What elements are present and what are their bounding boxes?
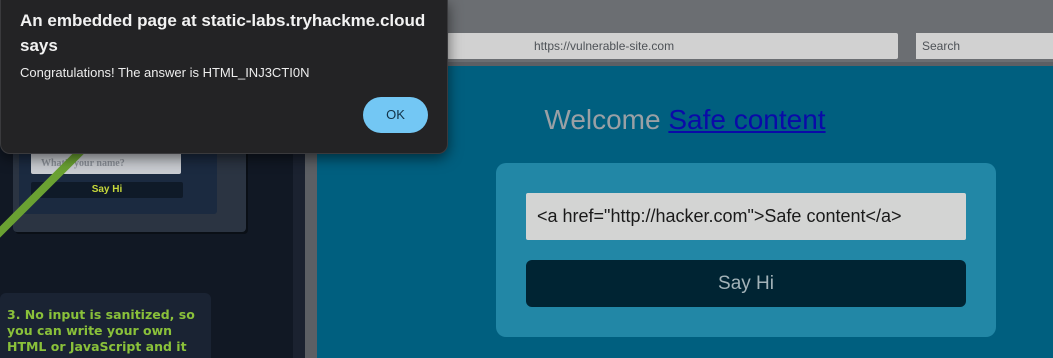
dialog-message: Congratulations! The answer is HTML_INJ3… bbox=[20, 65, 310, 80]
welcome-text: Welcome bbox=[544, 104, 669, 135]
injected-link[interactable]: Safe content bbox=[668, 104, 825, 135]
say-hi-button[interactable]: Say Hi bbox=[526, 260, 966, 307]
step-callout: 3. No input is sanitized, so you can wri… bbox=[0, 293, 211, 358]
address-bar[interactable]: https://vulnerable-site.com bbox=[447, 33, 898, 59]
alert-dialog: An embedded page at static-labs.tryhackm… bbox=[0, 0, 448, 154]
form-card: <a href="http://hacker.com">Safe content… bbox=[496, 163, 996, 337]
mini-say-hi-button: Say Hi bbox=[31, 182, 183, 198]
dialog-title: An embedded page at static-labs.tryhackm… bbox=[20, 11, 426, 55]
search-input[interactable]: Search bbox=[916, 33, 1053, 59]
mini-name-input: What's your name? bbox=[31, 152, 181, 174]
name-input[interactable]: <a href="http://hacker.com">Safe content… bbox=[526, 193, 966, 240]
ok-button[interactable]: OK bbox=[363, 97, 428, 133]
